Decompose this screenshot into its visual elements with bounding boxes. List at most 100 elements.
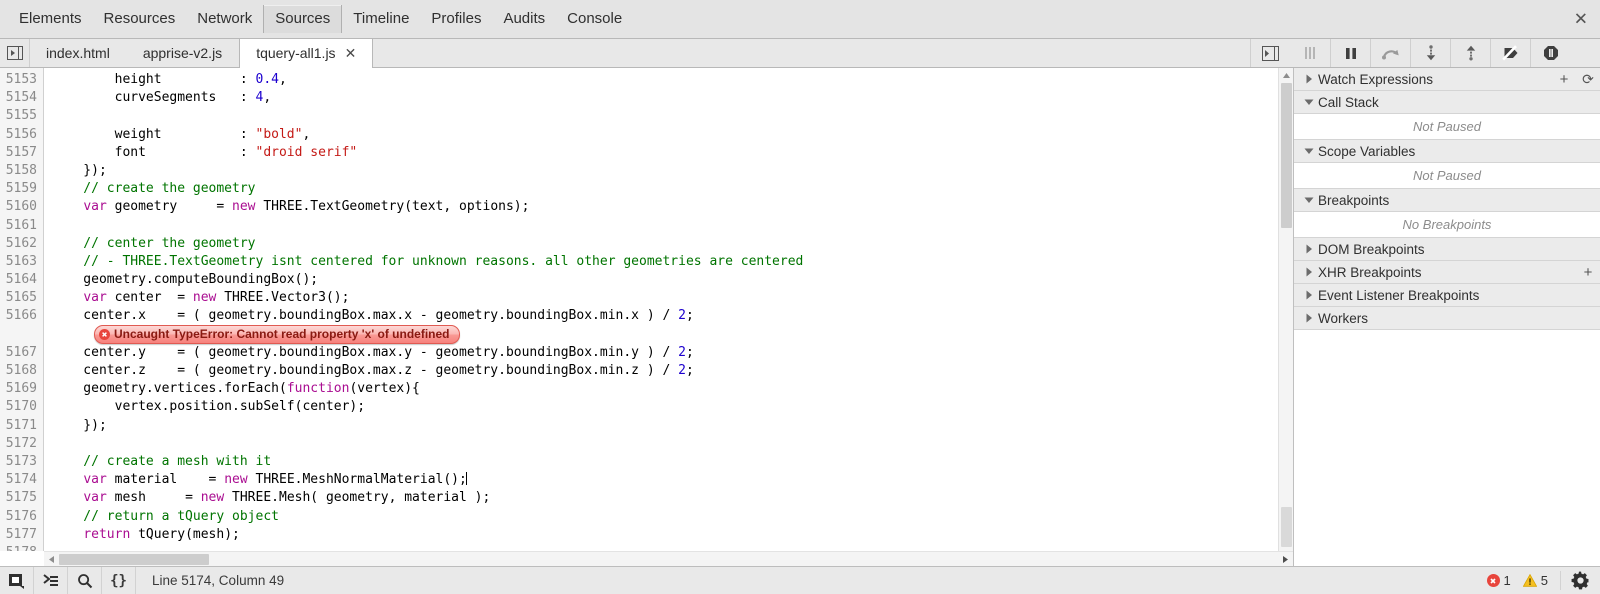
vertical-scroll-track[interactable] — [1279, 82, 1294, 547]
line-number[interactable]: 5176 — [0, 508, 43, 526]
refresh-icon[interactable]: ⟳ — [1576, 71, 1600, 88]
add-icon[interactable]: + — [1576, 264, 1600, 281]
line-number[interactable]: 5162 — [0, 235, 43, 253]
line-number[interactable]: 5164 — [0, 271, 43, 289]
code-line[interactable]: var center = new THREE.Vector3(); — [44, 289, 1293, 307]
line-number[interactable]: 5172 — [0, 435, 43, 453]
chevron-down-icon[interactable] — [1302, 196, 1315, 204]
code-content[interactable]: height : 0.4, curveSegments : 4, weight … — [44, 68, 1293, 551]
editor-tab-tquery-all1-js[interactable]: tquery-all1.js ✕ — [239, 39, 374, 68]
sidebar-section-call-stack[interactable]: Call Stack — [1294, 91, 1600, 114]
panel-tab-audits[interactable]: Audits — [492, 5, 556, 33]
line-number[interactable]: 5168 — [0, 362, 43, 380]
code-line[interactable]: }); — [44, 162, 1293, 180]
pause-on-exceptions-button[interactable] — [1530, 39, 1570, 67]
panel-tab-timeline[interactable]: Timeline — [342, 5, 420, 33]
chevron-down-icon[interactable] — [1302, 98, 1315, 106]
code-line[interactable]: curveSegments : 4, — [44, 89, 1293, 107]
editor-tab-apprise-v2-js[interactable]: apprise-v2.js — [127, 39, 239, 67]
step-over-button[interactable] — [1370, 39, 1410, 67]
line-number[interactable]: 5154 — [0, 89, 43, 107]
sidebar-section-scope-variables[interactable]: Scope Variables — [1294, 140, 1600, 163]
code-line[interactable]: var mesh = new THREE.Mesh( geometry, mat… — [44, 489, 1293, 507]
line-number[interactable]: 5153 — [0, 71, 43, 89]
search-icon[interactable] — [68, 567, 102, 594]
add-icon[interactable]: + — [1552, 71, 1576, 88]
code-line[interactable]: var material = new THREE.MeshNormalMater… — [44, 471, 1293, 489]
chevron-right-icon[interactable] — [1302, 74, 1315, 84]
line-number[interactable]: 5173 — [0, 453, 43, 471]
dock-panel-icon[interactable] — [0, 567, 34, 594]
line-number[interactable]: 5155 — [0, 107, 43, 125]
code-line[interactable]: center.z = ( geometry.boundingBox.max.z … — [44, 362, 1293, 380]
line-number[interactable]: 5165 — [0, 289, 43, 307]
horizontal-scroll-track[interactable] — [59, 552, 1278, 567]
code-line[interactable]: geometry.computeBoundingBox(); — [44, 271, 1293, 289]
chevron-down-icon[interactable] — [1302, 147, 1315, 155]
deactivate-breakpoints-button[interactable] — [1490, 39, 1530, 67]
sidebar-section-event-listener-breakpoints[interactable]: Event Listener Breakpoints — [1294, 284, 1600, 307]
code-line[interactable] — [44, 107, 1293, 125]
step-out-button[interactable] — [1450, 39, 1490, 67]
sidebar-section-dom-breakpoints[interactable]: DOM Breakpoints — [1294, 238, 1600, 261]
vertical-scroll-thumb-secondary[interactable] — [1280, 507, 1292, 547]
code-line[interactable]: vertex.position.subSelf(center); — [44, 398, 1293, 416]
panel-tab-console[interactable]: Console — [556, 5, 633, 33]
code-line[interactable]: font : "droid serif" — [44, 144, 1293, 162]
editor-tab-index-html[interactable]: index.html — [30, 39, 127, 67]
line-number[interactable]: 5161 — [0, 217, 43, 235]
line-number[interactable]: 5163 — [0, 253, 43, 271]
line-number[interactable]: 5160 — [0, 198, 43, 216]
warning-count-badge[interactable]: 5 — [1522, 573, 1548, 588]
chevron-right-icon[interactable] — [1302, 244, 1315, 254]
code-line[interactable] — [44, 217, 1293, 235]
code-line[interactable]: // - THREE.TextGeometry isnt centered fo… — [44, 253, 1293, 271]
code-line[interactable]: // create the geometry — [44, 180, 1293, 198]
horizontal-scroll-thumb[interactable] — [59, 553, 209, 565]
chevron-right-icon[interactable] — [1302, 290, 1315, 300]
panel-tab-elements[interactable]: Elements — [8, 5, 93, 33]
code-line[interactable]: weight : "bold", — [44, 126, 1293, 144]
line-number[interactable]: 5175 — [0, 489, 43, 507]
chevron-right-icon[interactable] — [1302, 267, 1315, 277]
line-number[interactable]: 5178 — [0, 544, 43, 551]
close-devtools-button[interactable]: ✕ — [1574, 11, 1588, 28]
line-number[interactable]: 5156 — [0, 126, 43, 144]
code-line[interactable]: var geometry = new THREE.TextGeometry(te… — [44, 198, 1293, 216]
code-line[interactable]: // create a mesh with it — [44, 453, 1293, 471]
code-line[interactable]: center.x = ( geometry.boundingBox.max.x … — [44, 307, 1293, 325]
split-columns-icon[interactable] — [1290, 39, 1330, 67]
line-number[interactable]: 5158 — [0, 162, 43, 180]
panel-tab-profiles[interactable]: Profiles — [420, 5, 492, 33]
line-number[interactable]: 5167 — [0, 344, 43, 362]
inline-error-bubble[interactable]: Uncaught TypeError: Cannot read property… — [94, 324, 460, 344]
sidebar-section-breakpoints[interactable]: Breakpoints — [1294, 189, 1600, 212]
error-count-badge[interactable]: 1 — [1486, 573, 1511, 588]
line-number[interactable]: 5177 — [0, 526, 43, 544]
show-navigator-icon[interactable] — [0, 39, 30, 67]
pretty-print-icon[interactable]: {} — [102, 567, 136, 594]
line-number[interactable]: 5171 — [0, 417, 43, 435]
line-number[interactable]: 5157 — [0, 144, 43, 162]
scroll-left-arrow[interactable] — [44, 555, 59, 564]
close-icon[interactable]: ✕ — [345, 46, 357, 60]
panel-tab-resources[interactable]: Resources — [93, 5, 187, 33]
editor-vertical-scrollbar[interactable] — [1278, 68, 1293, 551]
scroll-up-arrow[interactable] — [1279, 68, 1294, 82]
code-line[interactable]: // return a tQuery object — [44, 508, 1293, 526]
code-line[interactable] — [44, 435, 1293, 453]
panel-tab-network[interactable]: Network — [186, 5, 263, 33]
editor-horizontal-scrollbar[interactable] — [44, 551, 1293, 566]
sidebar-section-workers[interactable]: Workers — [1294, 307, 1600, 330]
code-line[interactable]: geometry.vertices.forEach(function(verte… — [44, 380, 1293, 398]
code-line[interactable] — [44, 544, 1293, 551]
line-number[interactable]: 5170 — [0, 398, 43, 416]
scroll-right-arrow[interactable] — [1278, 555, 1293, 564]
code-line[interactable]: return tQuery(mesh); — [44, 526, 1293, 544]
show-console-drawer-icon[interactable] — [34, 567, 68, 594]
sidebar-section-watch-expressions[interactable]: Watch Expressions + ⟳ — [1294, 68, 1600, 91]
panel-tab-sources[interactable]: Sources — [263, 5, 343, 33]
settings-gear-icon[interactable] — [1560, 571, 1600, 590]
sidebar-section-xhr-breakpoints[interactable]: XHR Breakpoints + — [1294, 261, 1600, 284]
code-line[interactable]: height : 0.4, — [44, 71, 1293, 89]
